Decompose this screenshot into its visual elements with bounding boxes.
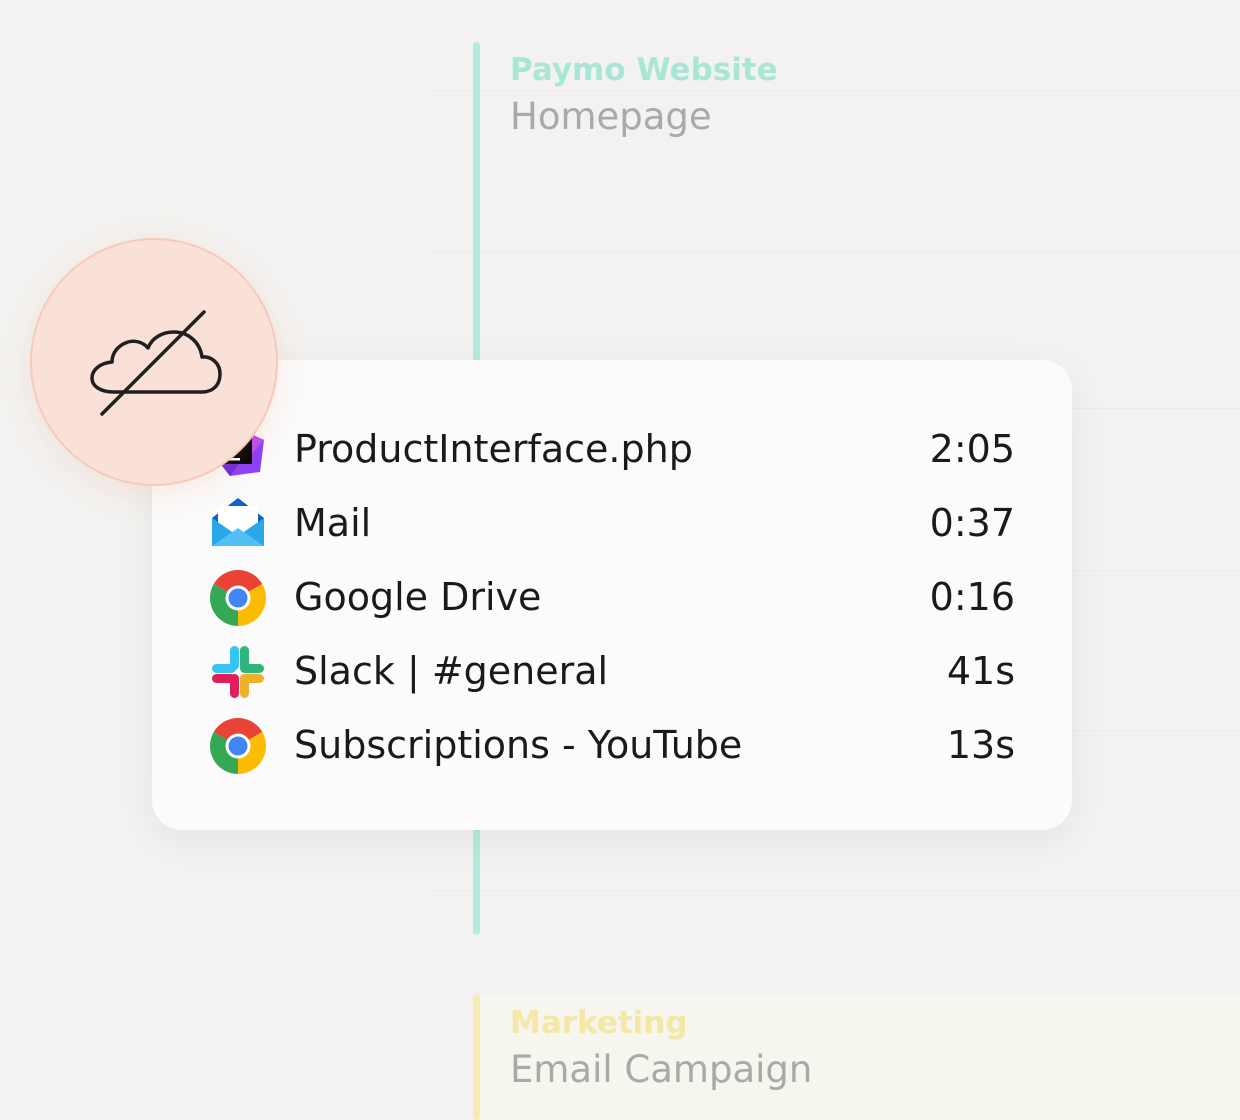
list-item[interactable]: Slack | #general 41s [210,642,1015,702]
activity-duration: 2:05 [929,427,1015,471]
activity-duration: 13s [946,723,1015,767]
task-project-name[interactable]: Marketing [510,1005,688,1041]
timeline-divider [430,252,1240,253]
task-name[interactable]: Email Campaign [510,1048,812,1091]
activity-label: Google Drive [294,575,542,619]
cloud-off-icon [90,310,222,416]
slack-icon [210,644,266,700]
activity-duration: 0:16 [929,575,1015,619]
chrome-icon [209,569,267,626]
activity-label: Mail [294,501,372,545]
activity-duration: 41s [946,649,1015,693]
activity-label: ProductInterface.php [294,427,693,471]
timeline-divider [430,90,1240,91]
offline-indicator [30,238,278,486]
task-color-bar [473,995,480,1120]
chrome-icon [209,717,267,774]
activity-duration: 0:37 [929,501,1015,545]
timeline-divider [430,890,1240,891]
list-item[interactable]: Mail 0:37 [210,494,1015,554]
list-item[interactable]: Subscriptions - YouTube 13s [209,716,1015,776]
activity-label: Slack | #general [294,649,609,693]
activity-label: Subscriptions - YouTube [294,723,743,767]
task-project-name[interactable]: Paymo Website [510,52,778,88]
list-item[interactable]: ProductInterface.php 2:05 [210,420,1015,480]
list-item[interactable]: Google Drive 0:16 [209,568,1015,628]
mail-icon [210,496,266,552]
task-name[interactable]: Homepage [510,95,712,138]
